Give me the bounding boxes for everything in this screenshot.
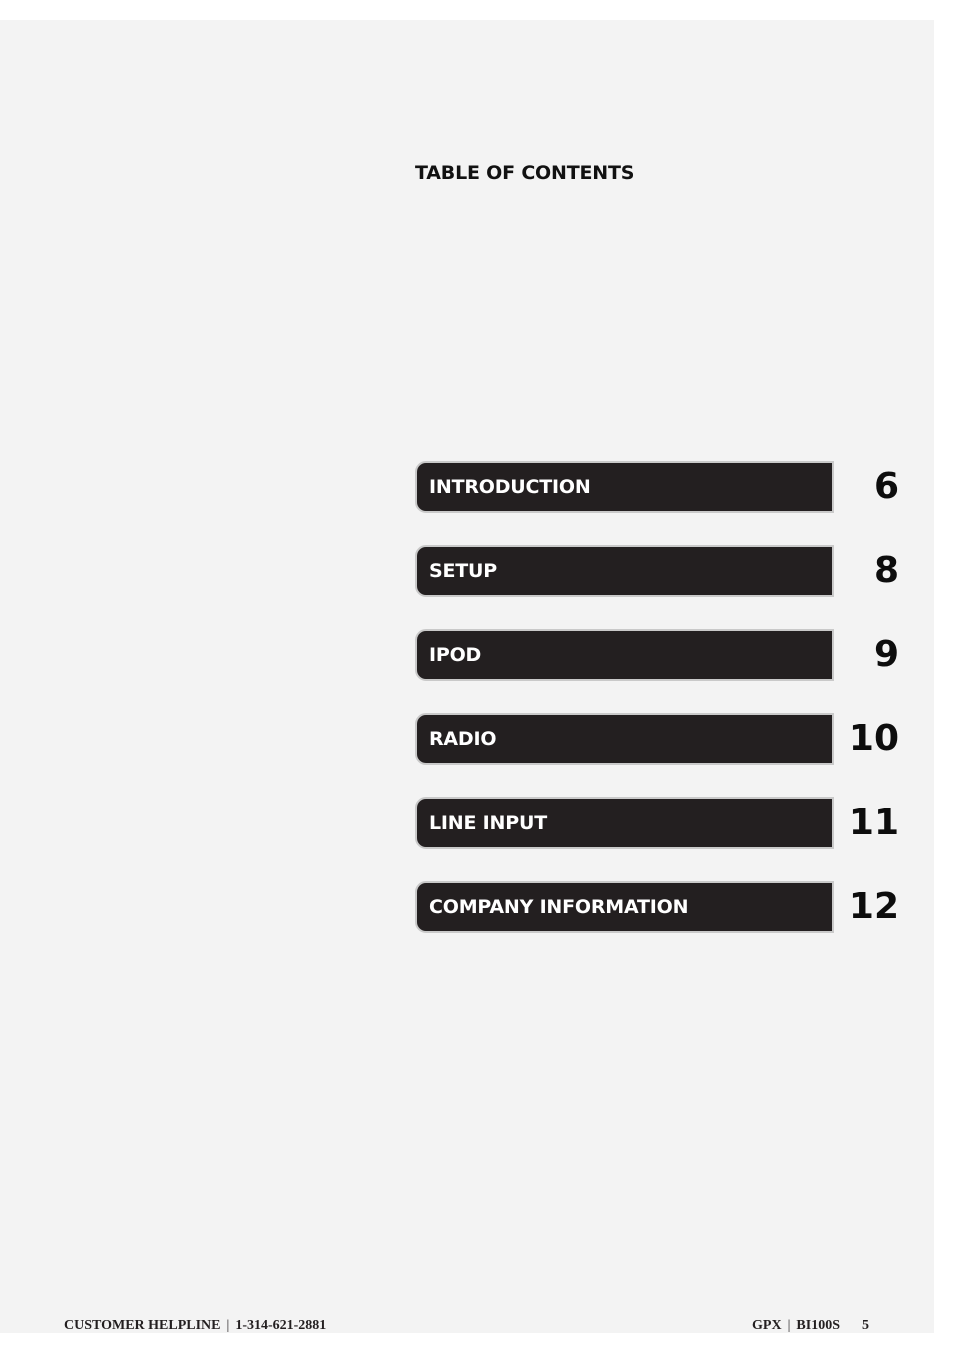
toc-entry-label: RADIO: [429, 728, 497, 750]
toc-page-number: 10: [848, 718, 899, 759]
toc-page-number: 12: [848, 886, 899, 927]
toc-entry-label: COMPANY INFORMATION: [429, 896, 689, 918]
footer-separator: |: [787, 1318, 791, 1333]
toc-link-company-information[interactable]: COMPANY INFORMATION: [415, 881, 834, 933]
toc-entry-radio[interactable]: RADIO 10: [415, 713, 905, 765]
toc-link-setup[interactable]: SETUP: [415, 545, 834, 597]
toc-page-number: 6: [873, 466, 899, 507]
toc-page-number: 8: [873, 550, 899, 591]
toc-link-ipod[interactable]: IPOD: [415, 629, 834, 681]
toc-page-number: 11: [848, 802, 899, 843]
toc-entry-label: INTRODUCTION: [429, 476, 591, 498]
helpline-number: 1-314-621-2881: [235, 1318, 327, 1333]
page-number: 5: [862, 1318, 869, 1333]
toc-entry-label: IPOD: [429, 644, 482, 666]
footer-product: GPX | BI100S 5: [752, 1318, 869, 1334]
footer-helpline: CUSTOMER HELPLINE | 1-314-621-2881: [64, 1318, 326, 1334]
toc-link-introduction[interactable]: INTRODUCTION: [415, 461, 834, 513]
helpline-label: CUSTOMER HELPLINE: [64, 1318, 221, 1333]
footer-separator: |: [226, 1318, 230, 1333]
brand-name: GPX: [752, 1318, 782, 1333]
toc-entry-company-information[interactable]: COMPANY INFORMATION 12: [415, 881, 905, 933]
toc-list: INTRODUCTION 6 SETUP 8 IPOD 9 RADIO 10 L…: [415, 461, 905, 965]
document-page: TABLE OF CONTENTS INTRODUCTION 6 SETUP 8…: [0, 20, 934, 1333]
toc-entry-setup[interactable]: SETUP 8: [415, 545, 905, 597]
page-title: TABLE OF CONTENTS: [415, 162, 635, 184]
toc-entry-label: SETUP: [429, 560, 497, 582]
toc-link-radio[interactable]: RADIO: [415, 713, 834, 765]
toc-entry-introduction[interactable]: INTRODUCTION 6: [415, 461, 905, 513]
toc-entry-ipod[interactable]: IPOD 9: [415, 629, 905, 681]
model-name: BI100S: [796, 1318, 840, 1333]
toc-entry-label: LINE INPUT: [429, 812, 547, 834]
toc-page-number: 9: [873, 634, 899, 675]
toc-entry-line-input[interactable]: LINE INPUT 11: [415, 797, 905, 849]
toc-link-line-input[interactable]: LINE INPUT: [415, 797, 834, 849]
